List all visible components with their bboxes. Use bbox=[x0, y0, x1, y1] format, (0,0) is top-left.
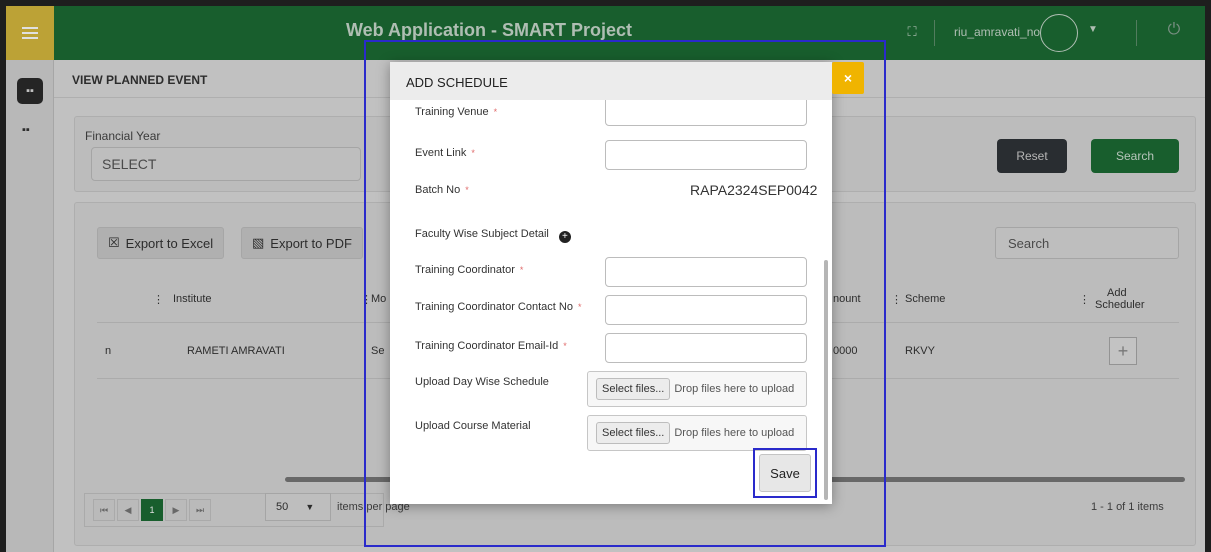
dialog-highlight bbox=[364, 40, 886, 547]
app-window: Web Application - SMART Project ⛶ riu_am… bbox=[6, 6, 1205, 552]
